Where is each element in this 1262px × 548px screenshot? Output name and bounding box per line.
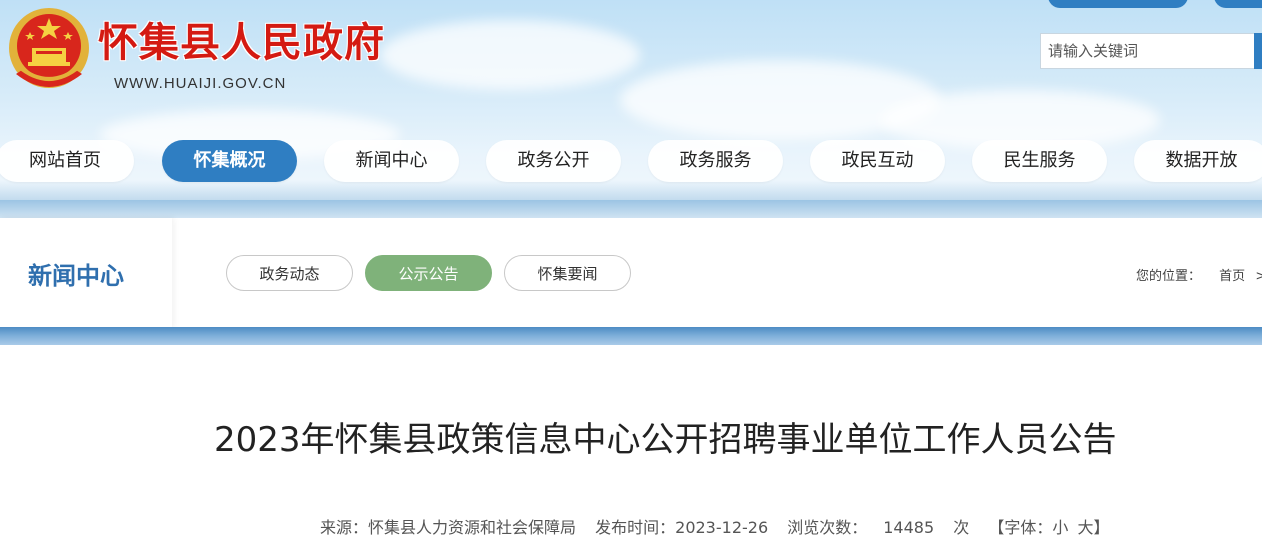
font-size-label: 【字体：	[988, 518, 1053, 537]
article-meta: 来源：怀集县人力资源和社会保障局 发布时间：2023-12-26 浏览次数： 14…	[320, 514, 1109, 538]
font-large-button[interactable]: 大】	[1077, 518, 1109, 537]
search-input[interactable]	[1041, 34, 1248, 68]
site-url: WWW.HUAIJI.GOV.CN	[114, 75, 287, 92]
nav-item-gov-services[interactable]: 政务服务	[648, 140, 783, 182]
nav-item-news[interactable]: 新闻中心	[324, 140, 459, 182]
source-value: 怀集县人力资源和社会保障局	[368, 518, 577, 537]
top-link-button[interactable]	[1214, 0, 1262, 8]
site-title[interactable]: 怀集县人民政府	[98, 10, 385, 68]
top-link-button[interactable]	[1048, 0, 1188, 8]
nav-item-overview[interactable]: 怀集概况	[162, 140, 297, 182]
views-value: 14485	[883, 518, 935, 537]
section-title: 新闻中心	[28, 262, 124, 290]
main-nav: 网站首页 怀集概况 新闻中心 政务公开 政务服务 政民互动 民生服务 数据开放	[0, 140, 1262, 182]
nav-item-open-data[interactable]: 数据开放	[1134, 140, 1262, 182]
subtab-huaiji-news[interactable]: 怀集要闻	[504, 255, 631, 291]
lower-band-decor	[0, 327, 1262, 345]
nav-item-livelihood[interactable]: 民生服务	[972, 140, 1107, 182]
cloud-decor	[380, 20, 640, 90]
source-label: 来源：	[320, 518, 369, 537]
nav-item-interaction[interactable]: 政民互动	[810, 140, 945, 182]
date-value: 2023-12-26	[675, 518, 769, 537]
section-header	[0, 218, 1262, 328]
search-box	[1040, 33, 1262, 69]
subtab-announcements[interactable]: 公示公告	[365, 255, 492, 291]
subtab-gov-news[interactable]: 政务动态	[226, 255, 353, 291]
breadcrumb: 您的位置： 首页 >	[1136, 265, 1262, 284]
views-unit: 次	[953, 518, 970, 537]
breadcrumb-separator: >	[1255, 269, 1262, 284]
nav-item-gov-affairs[interactable]: 政务公开	[486, 140, 621, 182]
views-label: 浏览次数：	[787, 518, 868, 537]
font-small-button[interactable]: 小	[1052, 518, 1068, 537]
sub-band-decor	[0, 200, 1262, 218]
national-emblem-icon	[9, 8, 89, 88]
article-title: 2023年怀集县政策信息中心公开招聘事业单位工作人员公告	[214, 420, 1117, 460]
search-button[interactable]	[1254, 33, 1262, 69]
date-label: 发布时间：	[595, 518, 676, 537]
breadcrumb-home-link[interactable]: 首页	[1219, 269, 1245, 284]
nav-item-home[interactable]: 网站首页	[0, 140, 134, 182]
breadcrumb-prefix: 您的位置：	[1136, 269, 1202, 284]
